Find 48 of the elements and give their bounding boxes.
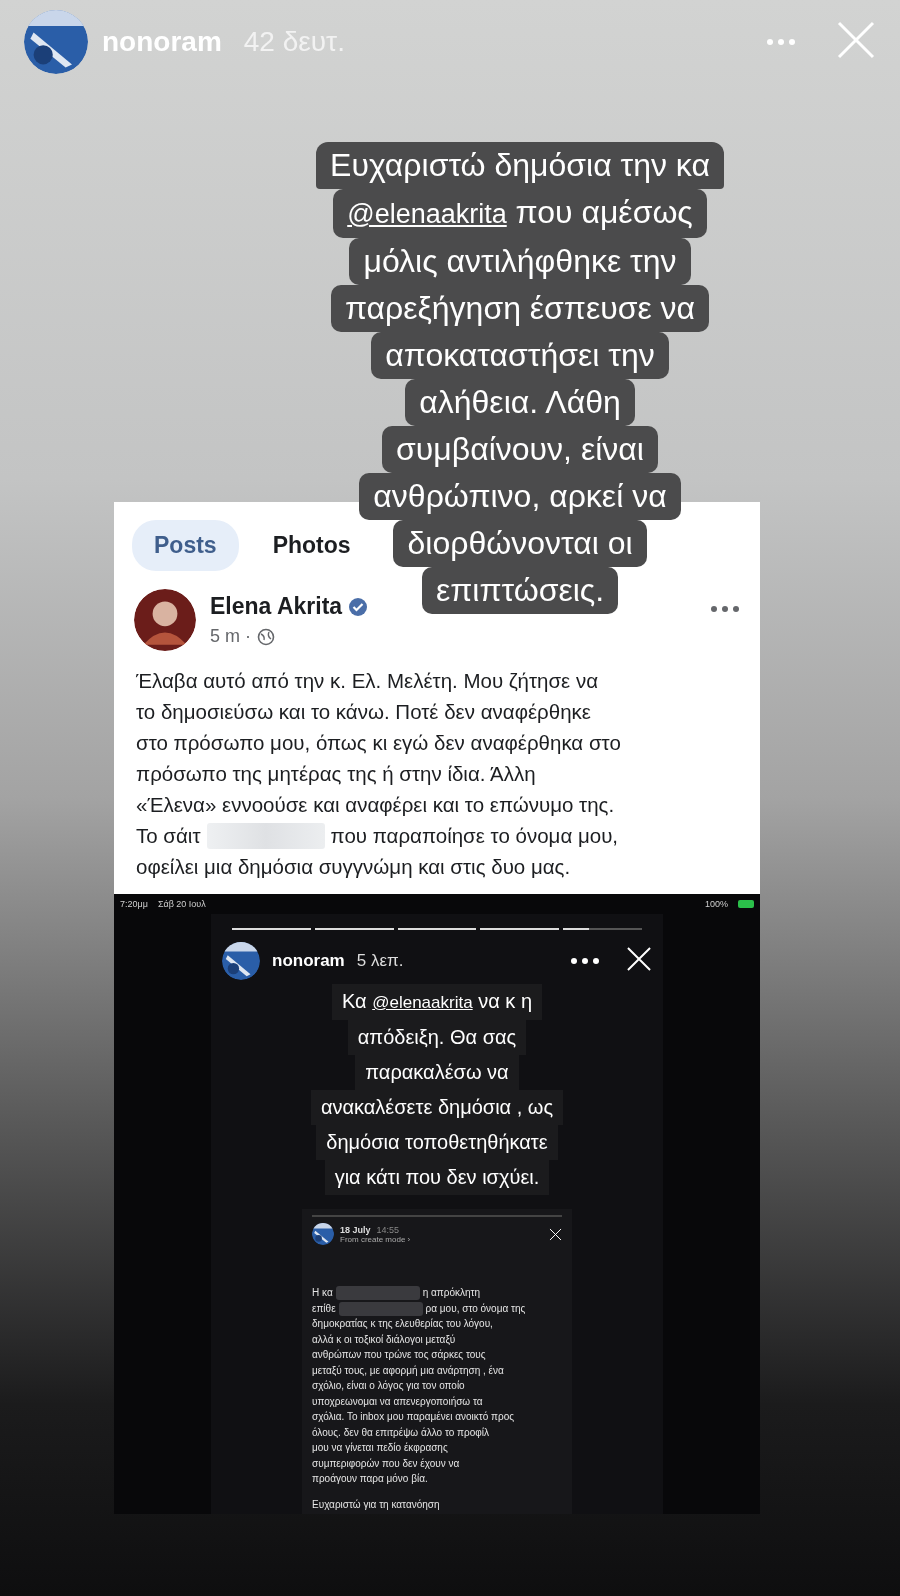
post-time: 5 m · [210, 626, 251, 647]
story-text-line: επίθε [312, 1301, 336, 1316]
post-text-line: Το σάιτ [136, 823, 201, 849]
mention-link[interactable]: @elenaakrita [372, 993, 473, 1012]
story-text-line: όλους. δεν θα επιτρέψω άλλο το προφίλ [312, 1425, 489, 1440]
avatar-image [134, 589, 196, 651]
post-text-line: «Έλενα» εννοούσε και αναφέρει και το επώνυμο της. [136, 792, 615, 818]
tab[interactable]: Posts [132, 520, 239, 571]
story-text-line: μου να γίνεται πεδίο έκφρασης [312, 1441, 448, 1455]
post-text-line: στο πρόσωπο μου, όπως κι εγώ δεν αναφέρθηκα στο [136, 730, 621, 756]
story-text-line: Η κα [312, 1286, 333, 1300]
story-text-line: δημοκρατίας κ της ελευθερίας του λόγου, [312, 1317, 493, 1331]
status-time: 7:20μμ [120, 899, 148, 909]
globe-icon [257, 627, 275, 646]
caption-line: Ευχαριστώ δημόσια την κα [316, 142, 724, 189]
story-time: 14:55 [376, 1224, 400, 1235]
story-text-line: η απρόκλητη [422, 1286, 480, 1300]
story-text-line: ανθρώπων που τρώνε τος σάρκες τους [312, 1348, 486, 1362]
avatar-image [24, 10, 88, 74]
story-text-line: μεταξύ τους, με αφορμή μια ανάρτηση , ένα [312, 1363, 504, 1378]
tab[interactable]: Photos [250, 520, 373, 571]
story-text-line: σχόλια. Το inbox μου παραμένει ανοικτό προς [312, 1410, 515, 1424]
avatar-image [222, 942, 260, 980]
story-text-line: προάγουν παρα μόνο βία. [312, 1472, 428, 1486]
story-text-line: αλλά κ οι τοξικοί διάλογοι μεταξύ [312, 1332, 456, 1347]
story-text-line: σχόλιο, είναι ο λόγος για τον οποίο [312, 1379, 465, 1393]
mention-link[interactable]: @elenaakrita [347, 199, 507, 229]
author-name[interactable]: Elena Akrita [210, 593, 343, 620]
close-icon[interactable] [626, 946, 652, 972]
post-text-line: το δημοσιεύσω και το κάνω. Ποτέ δεν αναφέρθηκε [136, 699, 591, 725]
username[interactable]: nonoram [272, 951, 345, 971]
post-text-line: που παραποίησε το όνομα μου, [330, 823, 619, 849]
story-text-line: ρα μου, στο όνομα της [425, 1301, 526, 1316]
battery-icon [738, 900, 754, 908]
story-source: From create mode › [340, 1234, 412, 1244]
story-text-line: συμπεριφορών που δεν έχουν να [312, 1456, 460, 1471]
post-text-line: πρόσωπο της μητέρας της ή στην ίδια. Άλλη [136, 761, 536, 787]
post-text-line: οφείλει μια δημόσια συγγνώμη και στις δυο μας. [136, 854, 571, 880]
post-text-line: Έλαβα αυτό από την κ. Ελ. Μελέτη. Μου ζήτησε να [136, 668, 598, 694]
status-date: Σάβ 20 Ιουλ [157, 899, 206, 909]
close-icon[interactable] [549, 1227, 562, 1241]
story-text-line: Ευχαριστώ για τη κατανόηση [312, 1498, 441, 1510]
battery-level: 100% [704, 899, 728, 909]
more-icon[interactable] [570, 957, 600, 965]
story-time: 5 λεπ. [356, 951, 404, 971]
story-date: 18 July [340, 1224, 371, 1235]
story-text-line: υποχρεωνομαι να απενεργοποιήσω τα [312, 1394, 483, 1409]
avatar-image [312, 1223, 334, 1245]
